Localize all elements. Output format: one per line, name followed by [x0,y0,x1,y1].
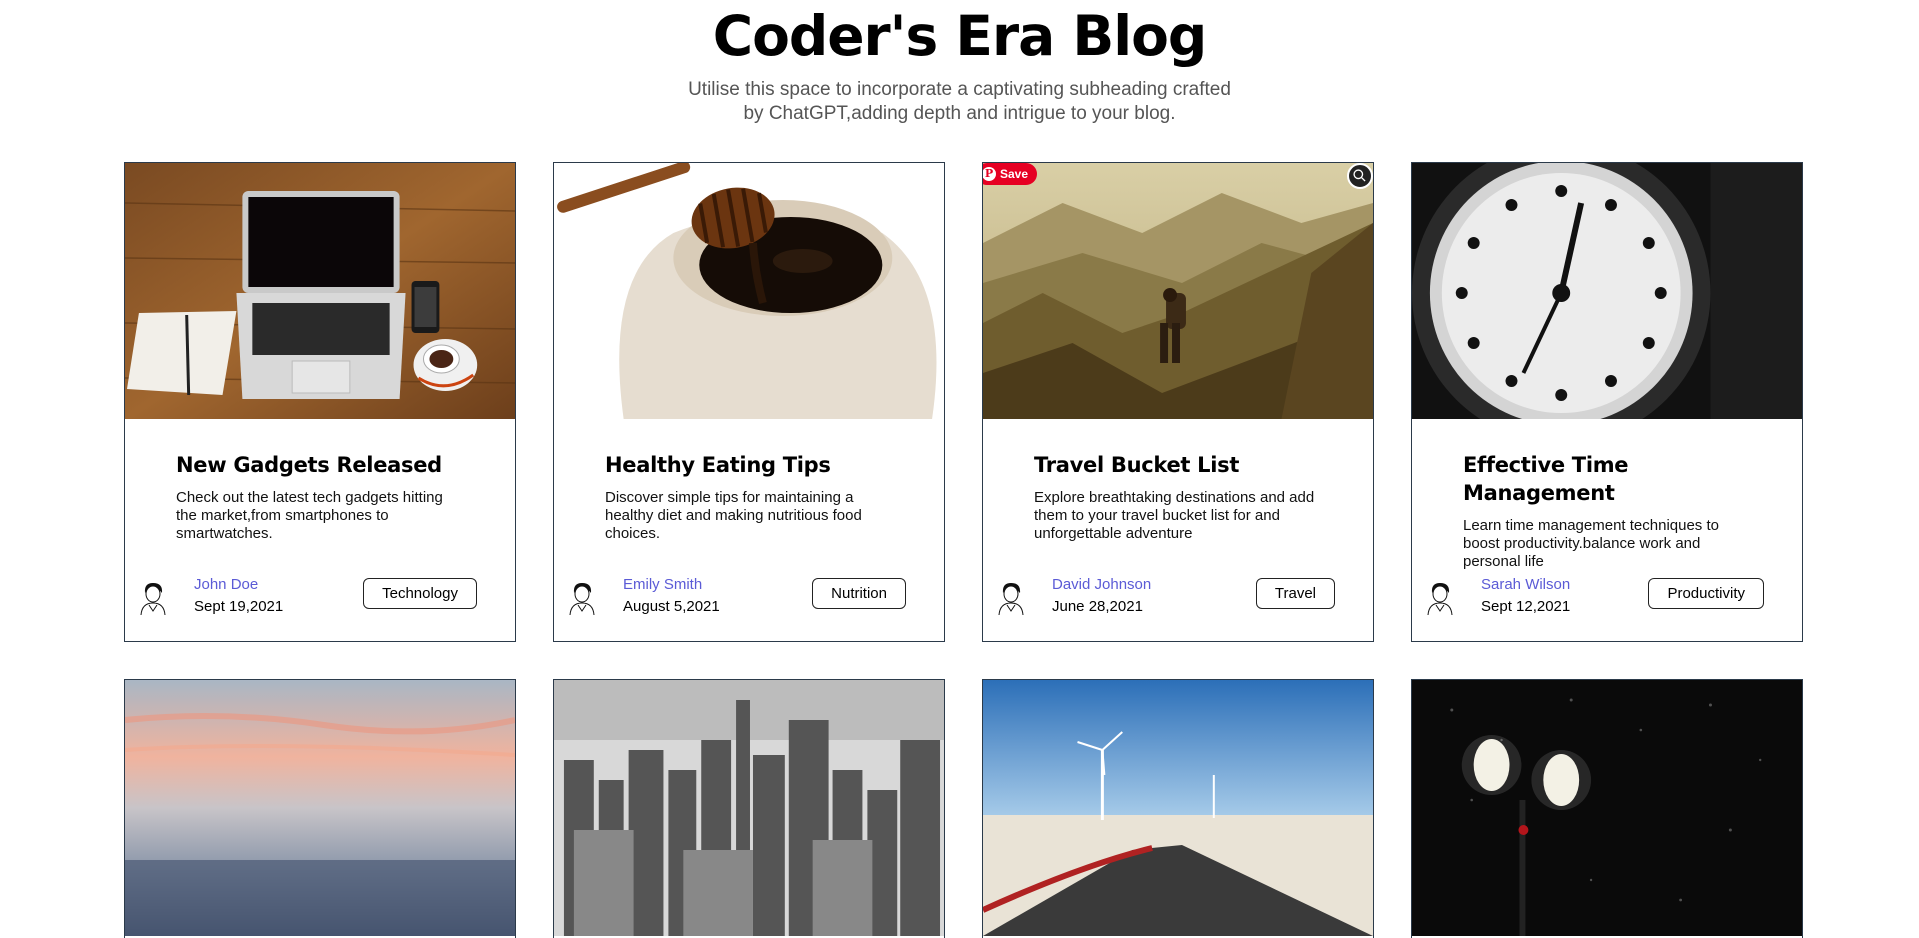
author-avatar-icon [140,583,166,615]
card-image-lamp[interactable] [1412,680,1802,936]
clock-image [1412,163,1802,419]
post-date: June 28,2021 [1052,598,1143,615]
sunset-sea-image [125,680,515,936]
blog-card[interactable]: Healthy Eating Tips Discover simple tips… [553,162,945,642]
card-footer: Emily Smith August 5,2021 Nutrition [564,575,906,619]
card-title[interactable]: Effective Time Management [1463,451,1752,507]
post-date: Sept 12,2021 [1481,598,1571,615]
card-title[interactable]: Travel Bucket List [1034,451,1323,479]
card-image-honey[interactable] [554,163,944,419]
card-footer: Sarah Wilson Sept 12,2021 Productivity [1422,575,1764,619]
blog-card[interactable] [1411,679,1803,938]
pinterest-save-label: Save [1000,167,1029,181]
honey-pot-image [554,163,944,419]
blog-card[interactable]: Effective Time Management Learn time man… [1411,162,1803,642]
card-footer: John Doe Sept 19,2021 Technology [135,575,477,619]
card-body: Travel Bucket List Explore breathtaking … [983,419,1373,545]
card-image-mountain[interactable]: P Save [983,163,1373,419]
category-tag-button[interactable]: Nutrition [812,578,906,609]
author-avatar-icon [1427,583,1453,615]
author-name-link[interactable]: Emily Smith [623,575,702,595]
author-name-link[interactable]: Sarah Wilson [1481,575,1570,595]
card-title[interactable]: New Gadgets Released [176,451,465,479]
card-description: Learn time management techniques to boos… [1463,517,1719,570]
blog-card[interactable] [553,679,945,938]
blog-page: Coder's Era Blog Utilise this space to i… [0,0,1919,938]
blog-card[interactable] [982,679,1374,938]
card-body: New Gadgets Released Check out the lates… [125,419,515,545]
card-body: Effective Time Management Learn time man… [1412,419,1802,573]
post-date: Sept 19,2021 [194,598,284,615]
card-image-laptop[interactable] [125,163,515,419]
mountain-hiker-image [983,163,1373,419]
card-description: Explore breathtaking destinations and ad… [1034,489,1315,542]
blog-card[interactable]: P Save Travel Bucket List Explore breath… [982,162,1374,642]
blog-card[interactable] [124,679,516,938]
card-title[interactable]: Healthy Eating Tips [605,451,894,479]
card-image-road[interactable] [983,680,1373,936]
city-skyline-image [554,680,944,936]
category-tag-button[interactable]: Technology [363,578,477,609]
blog-card[interactable]: New Gadgets Released Check out the lates… [124,162,516,642]
author-avatar-icon [569,583,595,615]
card-image-city[interactable] [554,680,944,936]
road-wind-turbines-image [983,680,1373,936]
pinterest-save-button[interactable]: P Save [983,163,1038,185]
card-image-sunset[interactable] [125,680,515,936]
pinterest-logo-icon: P [983,167,996,181]
author-name-link[interactable]: David Johnson [1052,575,1151,595]
card-image-clock[interactable] [1412,163,1802,419]
street-lamp-night-image [1412,680,1802,936]
category-tag-button[interactable]: Travel [1255,578,1335,609]
post-date: August 5,2021 [623,598,720,615]
laptop-desk-image [125,163,515,419]
card-description: Check out the latest tech gadgets hittin… [176,489,443,542]
author-name-link[interactable]: John Doe [194,575,258,595]
page-title: Coder's Era Blog [712,4,1208,68]
card-footer: David Johnson June 28,2021 Travel [993,575,1335,619]
card-description: Discover simple tips for maintaining a h… [605,489,862,542]
category-tag-button[interactable]: Productivity [1648,578,1764,609]
visual-search-lens-icon[interactable] [1347,163,1373,189]
page-subtitle: Utilise this space to incorporate a capt… [688,79,1231,124]
blog-header: Coder's Era Blog Utilise this space to i… [0,0,1919,126]
author-avatar-icon [998,583,1024,615]
blog-card-grid: New Gadgets Released Check out the lates… [124,162,1803,938]
card-body: Healthy Eating Tips Discover simple tips… [554,419,944,545]
